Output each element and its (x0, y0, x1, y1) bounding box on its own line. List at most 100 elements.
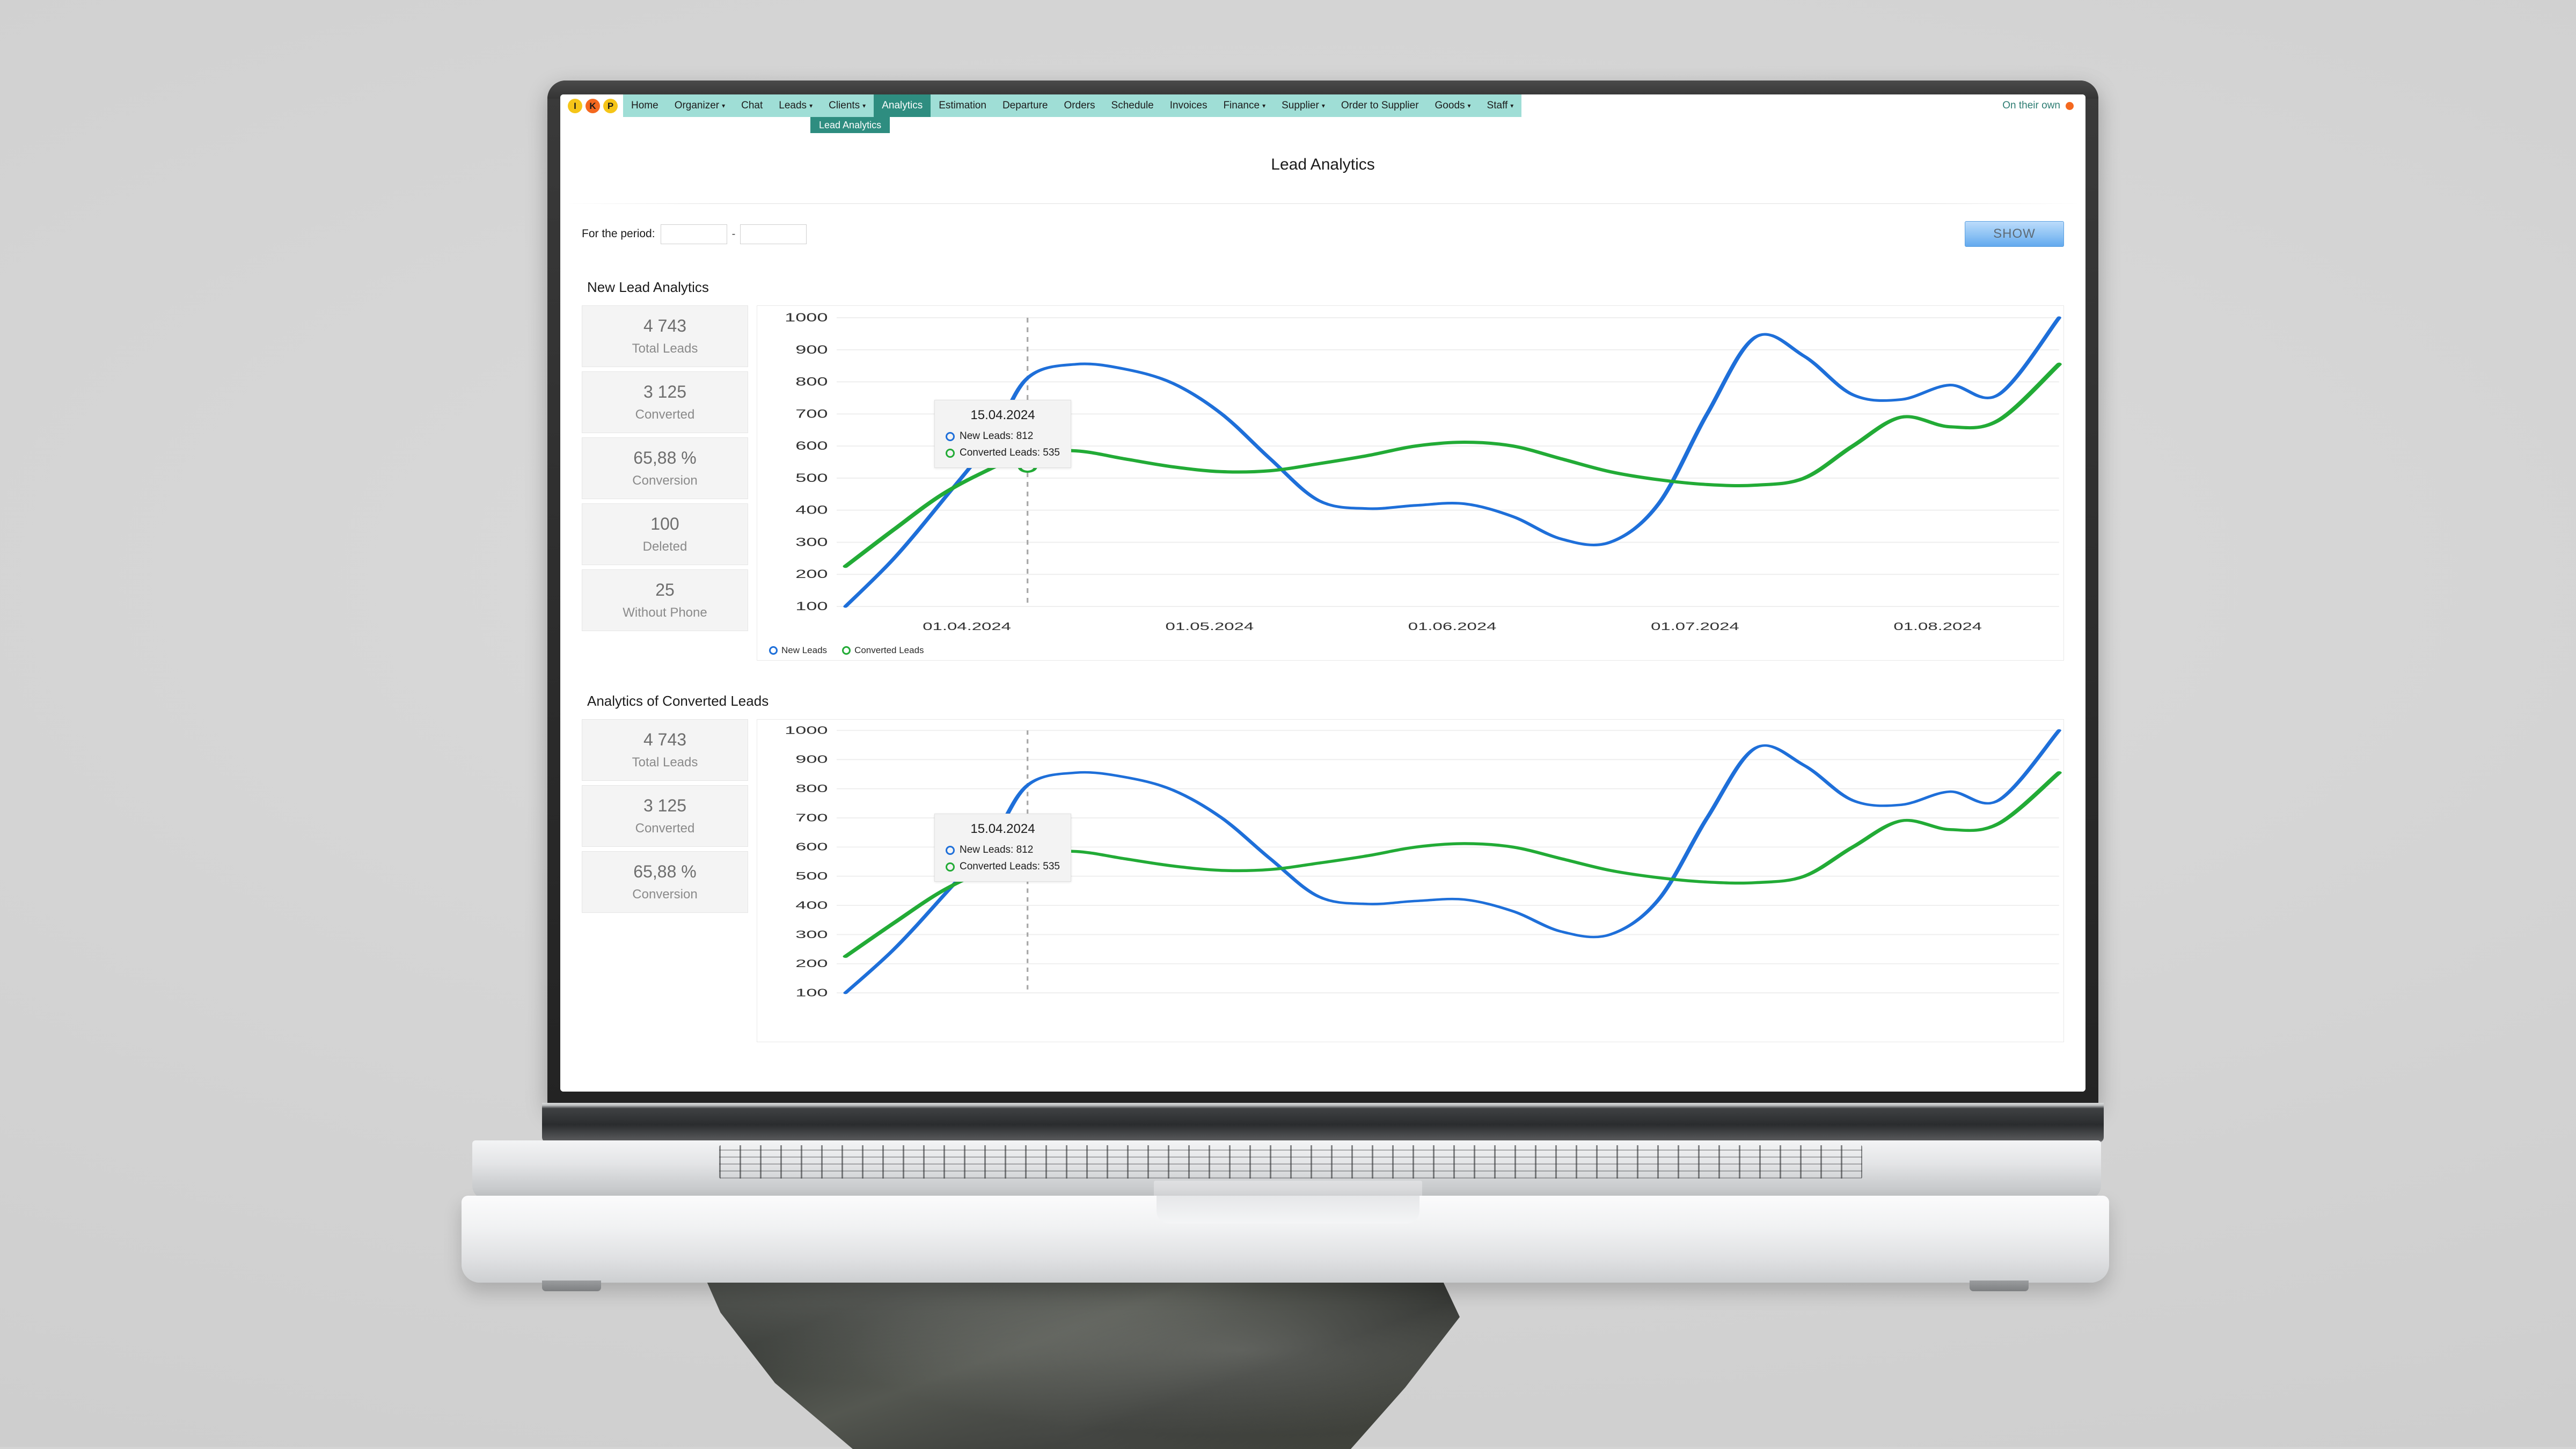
stat-card-deleted: 100 Deleted (582, 503, 748, 565)
nav-label: Orders (1064, 100, 1095, 111)
nav-label: Estimation (939, 100, 986, 111)
stat-card-converted: 3 125 Converted (582, 371, 748, 433)
svg-text:01.04.2024: 01.04.2024 (923, 620, 1011, 633)
svg-text:400: 400 (795, 899, 828, 911)
nav-item-staff[interactable]: Staff ▾ (1479, 94, 1522, 117)
profile-dots-group: I K P (560, 94, 623, 117)
stat-card-total-leads: 4 743 Total Leads (582, 719, 748, 781)
date-to-input[interactable] (740, 224, 807, 244)
date-range-separator: - (731, 228, 736, 240)
nav-item-departure[interactable]: Departure (994, 94, 1056, 117)
chevron-down-icon: ▾ (809, 102, 813, 109)
subnav-item-lead-analytics[interactable]: Lead Analytics (810, 117, 890, 133)
stat-label: Conversion (632, 473, 698, 488)
circle-marker-icon (946, 862, 955, 872)
nav-item-finance[interactable]: Finance ▾ (1215, 94, 1274, 117)
section-title: Analytics of Converted Leads (587, 693, 769, 709)
circle-marker-icon (946, 448, 955, 458)
notification-bell-icon[interactable] (2066, 101, 2074, 110)
lead-chart-1[interactable]: 100 200 300 400 500 600 700 800 900 1000 01.04.20… (757, 305, 2064, 661)
laptop-notch (1157, 1196, 1419, 1224)
nav-item-goods[interactable]: Goods ▾ (1427, 94, 1479, 117)
svg-text:700: 700 (795, 407, 828, 420)
nav-item-analytics[interactable]: Analytics (874, 94, 931, 117)
laptop-screen-bezel: I K P Home Organizer ▾ Chat Leads ▾ Client… (547, 80, 2098, 1106)
svg-text:800: 800 (795, 375, 828, 388)
svg-text:400: 400 (795, 504, 828, 517)
tooltip-row-new-leads: New Leads: 812 (946, 844, 1060, 856)
nav-item-order-to-supplier[interactable]: Order to Supplier (1333, 94, 1427, 117)
stat-label: Deleted (642, 539, 687, 554)
nav-label: Leads (779, 100, 807, 111)
legend-item-new-leads[interactable]: New Leads (769, 645, 827, 656)
svg-text:1000: 1000 (785, 724, 828, 736)
chevron-down-icon: ▾ (1510, 102, 1514, 109)
chart-x-tick-labels: 01.04.2024 01.05.2024 01.06.2024 01.07.2024… (923, 620, 1982, 633)
nav-item-estimation[interactable]: Estimation (931, 94, 994, 117)
chart-y-tick-labels: 100 200 300 400 500 600 700 800 900 1000 (785, 311, 828, 613)
svg-text:1000: 1000 (785, 311, 828, 324)
nav-item-schedule[interactable]: Schedule (1103, 94, 1162, 117)
nav-items: Home Organizer ▾ Chat Leads ▾ Clients ▾ Ana… (623, 94, 2085, 117)
profile-dot-icon[interactable]: K (586, 98, 600, 113)
svg-text:700: 700 (795, 812, 828, 824)
legend-label: Converted Leads (854, 645, 924, 655)
profile-dot-icon[interactable]: I (568, 98, 582, 113)
tooltip-date: 15.04.2024 (970, 408, 1035, 422)
show-button[interactable]: SHOW (1965, 221, 2064, 247)
stat-value: 65,88 % (633, 862, 697, 881)
svg-text:800: 800 (795, 783, 828, 795)
chart-legend-1: New Leads Converted Leads (769, 645, 924, 661)
laptop-keyboard (719, 1145, 1862, 1179)
svg-text:01.07.2024: 01.07.2024 (1651, 620, 1739, 633)
section-title: New Lead Analytics (587, 279, 709, 295)
lead-chart-2[interactable]: 100 200 300 400 500 600 700 800 900 1000 15.04.20… (757, 719, 2064, 1042)
laptop-foot-left (542, 1280, 601, 1291)
svg-text:200: 200 (795, 568, 828, 581)
svg-text:01.08.2024: 01.08.2024 (1893, 620, 1982, 633)
stat-card-conversion: 65,88 % Conversion (582, 437, 748, 499)
svg-text:500: 500 (795, 870, 828, 882)
nav-item-organizer[interactable]: Organizer ▾ (667, 94, 733, 117)
circle-marker-icon (842, 646, 851, 655)
circle-marker-icon (946, 845, 955, 855)
nav-item-orders[interactable]: Orders (1056, 94, 1103, 117)
tooltip-date: 15.04.2024 (970, 822, 1035, 836)
stat-label: Conversion (632, 887, 698, 902)
on-their-own-link[interactable]: On their own (2002, 100, 2060, 112)
svg-text:100: 100 (795, 987, 828, 999)
nav-item-home[interactable]: Home (623, 94, 667, 117)
section-new-lead-analytics: New Lead Analytics 4 743 Total Leads 3 1… (560, 279, 2085, 661)
stat-label: Total Leads (632, 755, 698, 770)
nav-item-invoices[interactable]: Invoices (1162, 94, 1216, 117)
stat-label: Converted (635, 821, 695, 836)
nav-item-chat[interactable]: Chat (733, 94, 771, 117)
stat-card-without-phone: 25 Without Phone (582, 569, 748, 631)
subnav-spacer (560, 117, 810, 133)
laptop-display: I K P Home Organizer ▾ Chat Leads ▾ Client… (560, 94, 2085, 1092)
nav-label: Schedule (1111, 100, 1154, 111)
nav-label: Clients (829, 100, 860, 111)
nav-label: Order to Supplier (1341, 100, 1419, 111)
tooltip-row-converted-leads: Converted Leads: 535 (946, 861, 1060, 873)
chart-tooltip-2: 15.04.2024 New Leads: 812 Converted Lead… (934, 814, 1071, 882)
nav-label: Finance (1223, 100, 1260, 111)
profile-dot-icon[interactable]: P (603, 98, 618, 113)
nav-item-supplier[interactable]: Supplier ▾ (1274, 94, 1333, 117)
stats-column: 4 743 Total Leads 3 125 Converted 65,88 … (582, 305, 748, 631)
web-application: I K P Home Organizer ▾ Chat Leads ▾ Client… (560, 94, 2085, 1092)
date-from-input[interactable] (660, 224, 727, 244)
nav-item-leads[interactable]: Leads ▾ (771, 94, 821, 117)
legend-item-converted-leads[interactable]: Converted Leads (842, 645, 924, 656)
svg-text:300: 300 (795, 929, 828, 941)
nav-label: Invoices (1169, 100, 1208, 111)
section-body: 4 743 Total Leads 3 125 Converted 65,88 … (582, 305, 2064, 661)
stat-card-converted: 3 125 Converted (582, 785, 748, 847)
nav-label: Organizer (674, 100, 720, 111)
svg-text:01.06.2024: 01.06.2024 (1408, 620, 1497, 633)
period-filter-bar: For the period: - SHOW (560, 204, 2085, 247)
chart-canvas-1: 100 200 300 400 500 600 700 800 900 1000 01.04.20… (785, 311, 2062, 633)
laptop-hinge (542, 1103, 2104, 1143)
nav-item-clients[interactable]: Clients ▾ (821, 94, 874, 117)
stats-column: 4 743 Total Leads 3 125 Converted 65,88 … (582, 719, 748, 913)
